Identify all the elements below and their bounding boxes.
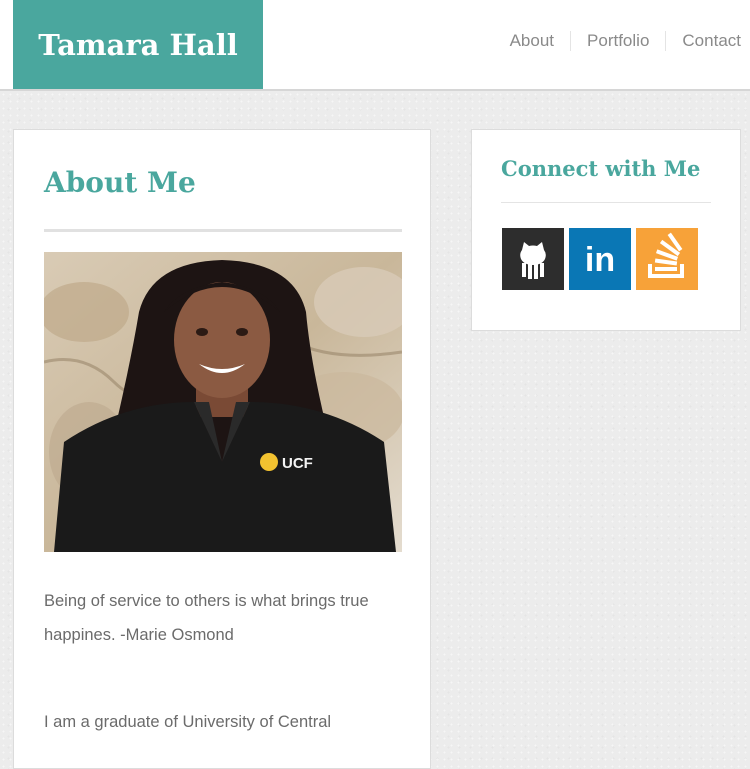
linkedin-link[interactable]: in <box>569 228 631 290</box>
profile-photo: UCF <box>44 252 402 552</box>
linkedin-icon-text: in <box>585 241 615 279</box>
about-title: About Me <box>44 166 196 199</box>
about-bio: I am a graduate of University of Central <box>44 713 332 731</box>
github-link[interactable] <box>502 228 564 290</box>
github-icon <box>502 228 564 290</box>
shirt-logo-text: UCF <box>282 455 313 472</box>
connect-title: Connect with Me <box>501 156 701 181</box>
linkedin-icon: in <box>569 228 631 290</box>
profile-photo-graphic: UCF <box>44 252 402 552</box>
about-card: About Me UCF Being of service to others … <box>13 129 431 769</box>
site-brand-link[interactable]: Tamara Hall <box>13 0 263 89</box>
main-nav: About Portfolio Contact <box>494 0 750 82</box>
about-divider <box>44 229 402 232</box>
connect-divider <box>501 202 711 203</box>
connect-card: Connect with Me in <box>471 129 741 331</box>
about-quote: Being of service to others is what bring… <box>44 592 369 644</box>
site-header: Tamara Hall About Portfolio Contact <box>0 0 750 91</box>
nav-link-portfolio[interactable]: Portfolio <box>570 31 665 51</box>
nav-link-contact[interactable]: Contact <box>665 31 750 51</box>
stackoverflow-icon <box>636 228 698 290</box>
nav-link-about[interactable]: About <box>494 31 570 51</box>
stackoverflow-link[interactable] <box>636 228 698 290</box>
